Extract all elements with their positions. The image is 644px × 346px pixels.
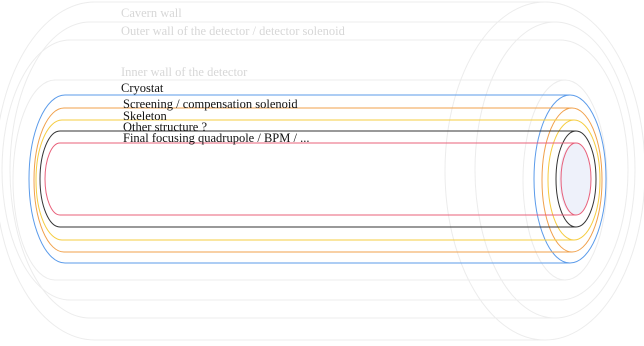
cavern-wall-front-rim [444,1,546,341]
outer-wall-layer [1,21,636,319]
label-cavern-wall: Cavern wall [121,6,182,20]
other-structure-cylinder [39,130,597,228]
inner-wall-front-rim [522,79,566,281]
skeleton-layer [35,119,601,241]
other-structure-layer [39,130,597,228]
screening-cylinder [33,107,603,253]
screening-layer [33,107,603,253]
inner-wall-cylinder [12,79,608,281]
label-outer-wall: Outer wall of the detector / detector so… [121,24,346,38]
outer-wall-front-rim [474,21,556,319]
skeleton-cylinder [35,119,601,241]
label-inner-wall: Inner wall of the detector [121,65,248,79]
label-final-focusing: Final focusing quadrupole / BPM / ... [123,131,309,145]
label-cryostat: Cryostat [121,81,164,95]
final-focusing-layer [44,142,592,216]
outer-wall-cylinder [9,21,636,319]
final-focusing-cylinder [44,142,592,216]
detector-cross-section-diagram: Cavern wall Outer wall of the detector /… [0,1,644,341]
cavern-wall-cylinder [0,1,644,341]
inner-wall-layer [12,79,608,281]
cavern-wall-layer [0,1,644,341]
